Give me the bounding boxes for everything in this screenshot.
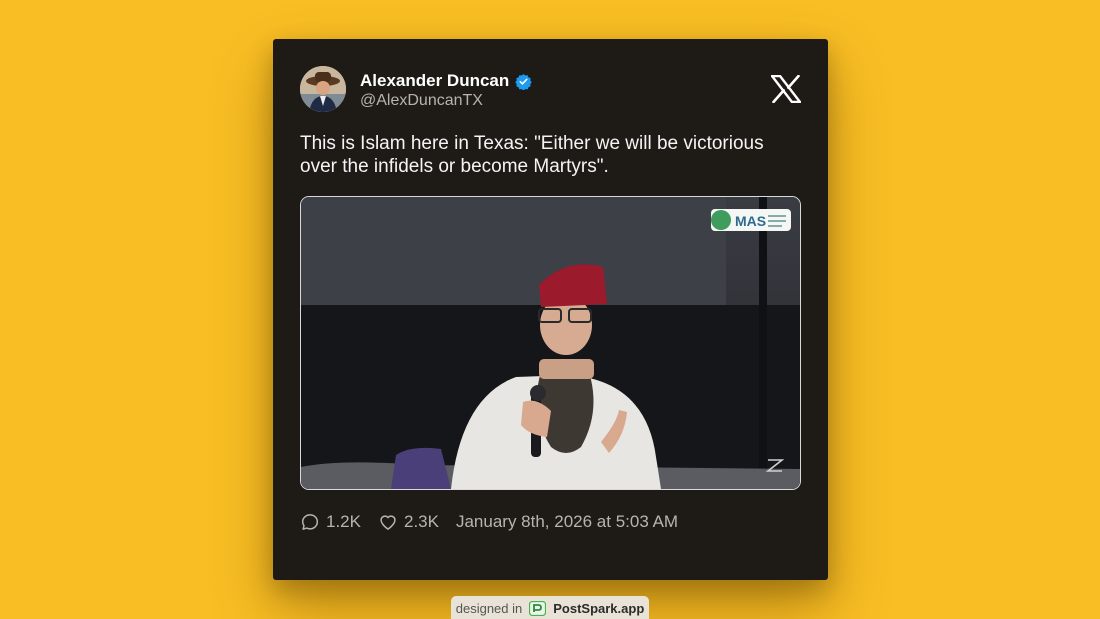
verified-badge-icon: [515, 73, 532, 90]
svg-text:MAS: MAS: [735, 213, 766, 229]
author-name[interactable]: Alexander Duncan: [360, 71, 532, 91]
tweet-video[interactable]: MAS: [300, 196, 801, 490]
badge-prefix: designed in: [455, 600, 523, 616]
reply-stat[interactable]: 1.2K: [300, 512, 361, 532]
mas-watermark: MAS: [711, 209, 791, 231]
heart-icon: [380, 515, 396, 530]
reply-count: 1.2K: [326, 512, 361, 531]
tweet-footer: 1.2K 2.3K January 8th, 2026 at 5:03 AM: [300, 512, 678, 532]
tweet-text: This is Islam here in Texas: "Either we …: [300, 133, 764, 177]
badge-brand: PostSpark.app: [553, 600, 645, 616]
author-handle[interactable]: @AlexDuncanTX: [360, 92, 483, 110]
avatar[interactable]: [300, 66, 346, 112]
reply-icon: [301, 514, 319, 530]
like-stat[interactable]: 2.3K: [378, 512, 439, 532]
x-logo-icon[interactable]: [771, 75, 801, 103]
author-name-text[interactable]: Alexander Duncan: [360, 71, 509, 91]
tweet-card: Alexander Duncan @AlexDuncanTX This is I…: [273, 39, 828, 580]
postspark-badge[interactable]: designed in PostSpark.app: [451, 596, 649, 619]
postspark-logo-icon: [529, 600, 547, 616]
tweet-timestamp[interactable]: January 8th, 2026 at 5:03 AM: [456, 512, 678, 532]
like-count: 2.3K: [403, 512, 439, 531]
